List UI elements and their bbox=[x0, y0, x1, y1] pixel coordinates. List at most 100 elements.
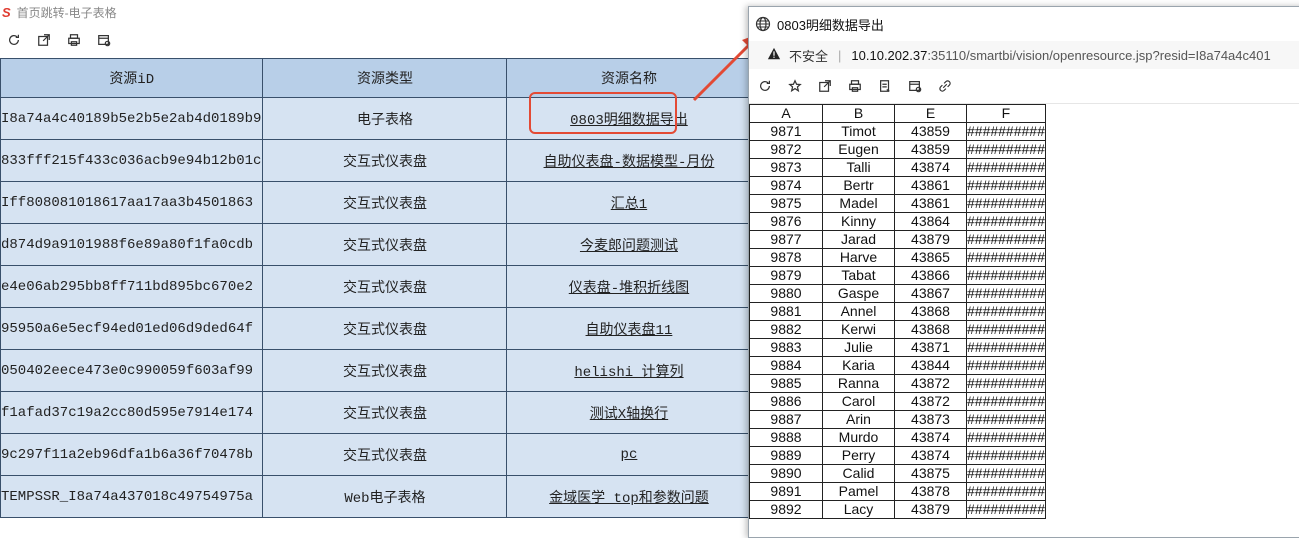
resource-name-link[interactable]: 自助仪表盘11 bbox=[586, 323, 673, 339]
sheet-col-b[interactable]: B bbox=[822, 104, 895, 123]
sheet-cell[interactable]: ########## bbox=[966, 266, 1046, 285]
resource-name-link[interactable]: 仪表盘-堆积折线图 bbox=[569, 281, 689, 297]
settings-icon[interactable] bbox=[94, 30, 114, 50]
sheet-cell[interactable]: ########## bbox=[966, 410, 1046, 429]
sheet-cell[interactable]: ########## bbox=[966, 140, 1046, 159]
sheet-cell[interactable]: 9887 bbox=[749, 410, 823, 429]
sheet-cell[interactable]: Madel bbox=[822, 194, 895, 213]
sheet-cell[interactable]: ########## bbox=[966, 482, 1046, 501]
sheet-cell[interactable]: 43874 bbox=[894, 158, 967, 177]
sheet-cell[interactable]: 43879 bbox=[894, 500, 967, 519]
sheet-cell[interactable]: ########## bbox=[966, 320, 1046, 339]
sheet-cell[interactable]: 9872 bbox=[749, 140, 823, 159]
sheet-cell[interactable]: ########## bbox=[966, 194, 1046, 213]
resource-name-link[interactable]: pc bbox=[621, 447, 638, 463]
sheet-cell[interactable]: 9882 bbox=[749, 320, 823, 339]
sheet-cell[interactable]: 9886 bbox=[749, 392, 823, 411]
sheet-cell[interactable]: ########## bbox=[966, 176, 1046, 195]
sheet-cell[interactable]: 43871 bbox=[894, 338, 967, 357]
sheet-cell[interactable]: Jarad bbox=[822, 230, 895, 249]
resource-name-link[interactable]: helishi 计算列 bbox=[574, 365, 683, 381]
sheet-cell[interactable]: 9880 bbox=[749, 284, 823, 303]
sheet-cell[interactable]: Karia bbox=[822, 356, 895, 375]
sheet-cell[interactable]: 9881 bbox=[749, 302, 823, 321]
sheet-col-f[interactable]: F bbox=[966, 104, 1046, 123]
sheet-cell[interactable]: ########## bbox=[966, 302, 1046, 321]
sheet-cell[interactable]: 43859 bbox=[894, 140, 967, 159]
sheet-cell[interactable]: Timot bbox=[822, 122, 895, 141]
warning-icon[interactable] bbox=[767, 47, 781, 64]
resource-name-link[interactable]: 汇总1 bbox=[611, 197, 647, 213]
link-icon[interactable] bbox=[935, 76, 955, 96]
sheet-cell[interactable]: ########## bbox=[966, 158, 1046, 177]
star-icon[interactable] bbox=[785, 76, 805, 96]
sheet-cell[interactable]: 43859 bbox=[894, 122, 967, 141]
sheet-cell[interactable]: 43872 bbox=[894, 374, 967, 393]
sheet-cell[interactable]: ########## bbox=[966, 284, 1046, 303]
sheet-cell[interactable]: 9892 bbox=[749, 500, 823, 519]
sheet-cell[interactable]: 43864 bbox=[894, 212, 967, 231]
sheet-cell[interactable]: 43874 bbox=[894, 428, 967, 447]
sheet-cell[interactable]: 43879 bbox=[894, 230, 967, 249]
sheet-cell[interactable]: Lacy bbox=[822, 500, 895, 519]
refresh-icon[interactable] bbox=[755, 76, 775, 96]
sheet-cell[interactable]: ########## bbox=[966, 356, 1046, 375]
sheet-cell[interactable]: 43861 bbox=[894, 176, 967, 195]
sheet-cell[interactable]: 9877 bbox=[749, 230, 823, 249]
print-icon[interactable] bbox=[845, 76, 865, 96]
sheet-cell[interactable]: 9876 bbox=[749, 212, 823, 231]
sheet-cell[interactable]: Talli bbox=[822, 158, 895, 177]
sheet-cell[interactable]: ########## bbox=[966, 464, 1046, 483]
export-icon[interactable] bbox=[875, 76, 895, 96]
sheet-cell[interactable]: 9883 bbox=[749, 338, 823, 357]
sheet-cell[interactable]: ########## bbox=[966, 374, 1046, 393]
sheet-cell[interactable]: 9888 bbox=[749, 428, 823, 447]
sheet-cell[interactable]: ########## bbox=[966, 428, 1046, 447]
sheet-cell[interactable]: Harve bbox=[822, 248, 895, 267]
sheet-cell[interactable]: 43872 bbox=[894, 392, 967, 411]
sheet-cell[interactable]: 43866 bbox=[894, 266, 967, 285]
sheet-cell[interactable]: ########## bbox=[966, 212, 1046, 231]
sheet-cell[interactable]: 9874 bbox=[749, 176, 823, 195]
sheet-cell[interactable]: 43878 bbox=[894, 482, 967, 501]
security-label[interactable]: 不安全 bbox=[789, 46, 828, 65]
sheet-cell[interactable]: 43868 bbox=[894, 320, 967, 339]
sheet-cell[interactable]: ########## bbox=[966, 338, 1046, 357]
sheet-cell[interactable]: Perry bbox=[822, 446, 895, 465]
sheet-col-a[interactable]: A bbox=[749, 104, 823, 123]
sheet-cell[interactable]: Bertr bbox=[822, 176, 895, 195]
sheet-cell[interactable]: 9885 bbox=[749, 374, 823, 393]
sheet-cell[interactable]: 9884 bbox=[749, 356, 823, 375]
sheet-cell[interactable]: Ranna bbox=[822, 374, 895, 393]
print-icon[interactable] bbox=[64, 30, 84, 50]
sheet-cell[interactable]: 9879 bbox=[749, 266, 823, 285]
sheet-cell[interactable]: ########## bbox=[966, 248, 1046, 267]
sheet-cell[interactable]: ########## bbox=[966, 446, 1046, 465]
sheet-cell[interactable]: 9878 bbox=[749, 248, 823, 267]
resource-name-link[interactable]: 测试X轴换行 bbox=[590, 407, 668, 423]
sheet-cell[interactable]: Calid bbox=[822, 464, 895, 483]
sheet-cell[interactable]: Eugen bbox=[822, 140, 895, 159]
sheet-cell[interactable]: 9875 bbox=[749, 194, 823, 213]
sheet-cell[interactable]: 43875 bbox=[894, 464, 967, 483]
resource-name-link[interactable]: 自助仪表盘-数据模型-月份 bbox=[544, 155, 715, 171]
resource-name-link[interactable]: 今麦郎问题测试 bbox=[580, 239, 678, 255]
sheet-cell[interactable]: 9890 bbox=[749, 464, 823, 483]
resource-name-link[interactable]: 金域医学 top和参数问题 bbox=[549, 491, 709, 507]
sheet-cell[interactable]: Julie bbox=[822, 338, 895, 357]
sheet-cell[interactable]: 9873 bbox=[749, 158, 823, 177]
address-host[interactable]: 10.10.202.37 bbox=[851, 48, 927, 63]
sheet-cell[interactable]: 43873 bbox=[894, 410, 967, 429]
sheet-cell[interactable]: 43865 bbox=[894, 248, 967, 267]
sheet-col-e[interactable]: E bbox=[894, 104, 967, 123]
address-bar[interactable]: 不安全 | 10.10.202.37:35110/smartbi/vision/… bbox=[749, 41, 1299, 69]
settings-icon[interactable] bbox=[905, 76, 925, 96]
sheet-cell[interactable]: 43844 bbox=[894, 356, 967, 375]
sheet-cell[interactable]: Gaspe bbox=[822, 284, 895, 303]
sheet-cell[interactable]: Carol bbox=[822, 392, 895, 411]
sheet-cell[interactable]: 9871 bbox=[749, 122, 823, 141]
sheet-cell[interactable]: 43861 bbox=[894, 194, 967, 213]
sheet-cell[interactable]: Tabat bbox=[822, 266, 895, 285]
sheet-cell[interactable]: ########## bbox=[966, 122, 1046, 141]
sheet-cell[interactable]: Kinny bbox=[822, 212, 895, 231]
